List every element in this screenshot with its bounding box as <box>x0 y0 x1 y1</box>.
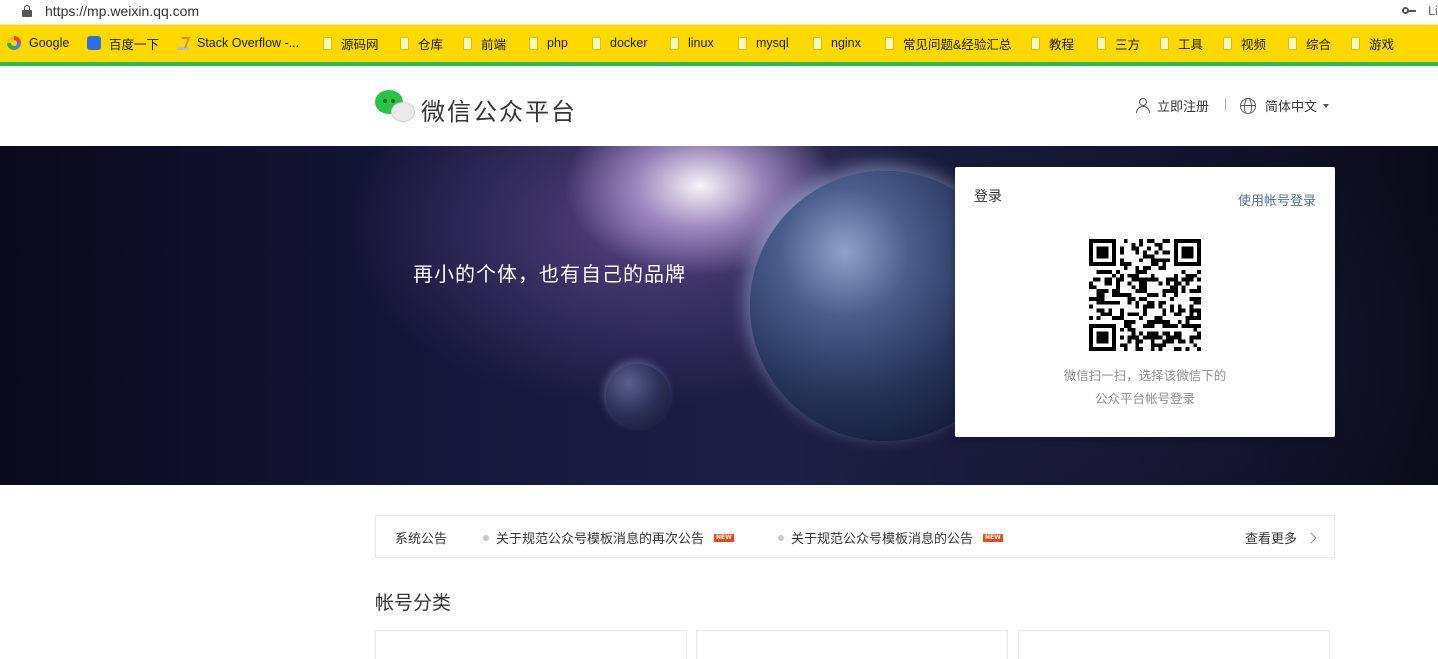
language-label: 简体中文 <box>1265 100 1318 115</box>
bookmark-folder[interactable]: 源码网 <box>323 34 379 52</box>
user-icon <box>1136 98 1150 113</box>
folder-icon <box>1288 36 1297 50</box>
google-icon <box>7 36 21 50</box>
language-selector[interactable]: 简体中文 <box>1240 96 1330 115</box>
folder-icon <box>1351 36 1360 50</box>
notice-item[interactable]: 关于规范公众号模板消息的再次公告 NEW <box>483 528 734 547</box>
bookmark-folder[interactable]: 前端 <box>463 34 506 52</box>
register-label: 立即注册 <box>1157 100 1210 115</box>
bookmark-folder[interactable]: 工具 <box>1160 34 1203 52</box>
profile-glyph[interactable]: Li <box>1428 4 1438 18</box>
wechat-logo-icon[interactable] <box>375 90 415 124</box>
notice-label: 系统公告 <box>395 532 448 547</box>
bookmarks-bar: Google 百度一下 Stack Overflow -... 源码网 仓库 前… <box>0 25 1438 62</box>
login-panel: 登录 使用帐号登录 微信扫一扫，选择该微信下的 公众平台帐号登录 <box>955 167 1335 437</box>
bookmark-folder[interactable]: 仓库 <box>400 34 443 52</box>
bookmark-stackoverflow[interactable]: Stack Overflow -... <box>177 34 299 52</box>
chevron-right-icon <box>1305 531 1317 544</box>
bullet-icon <box>483 534 489 541</box>
bookmark-folder[interactable]: 三方 <box>1097 34 1140 52</box>
chevron-down-icon <box>1323 103 1330 108</box>
bookmark-folder[interactable]: 教程 <box>1031 34 1074 52</box>
account-login-link[interactable]: 使用帐号登录 <box>1238 190 1316 209</box>
globe-icon <box>1240 97 1256 114</box>
folder-icon <box>813 36 822 50</box>
folder-icon <box>323 36 332 50</box>
folder-icon <box>670 36 679 50</box>
lock-icon <box>22 5 32 17</box>
bookmark-folder[interactable]: 常见问题&经验汇总 <box>885 34 1011 52</box>
bookmark-google[interactable]: Google <box>7 34 69 52</box>
browser-address-bar[interactable]: https://mp.weixin.qq.com Li <box>0 0 1438 25</box>
new-badge: NEW <box>983 533 1003 542</box>
banner-slogan: 再小的个体，也有自己的品牌 <box>413 262 686 286</box>
bookmark-folder[interactable]: linux <box>670 34 714 52</box>
qr-instructions: 微信扫一扫，选择该微信下的 公众平台帐号登录 <box>955 364 1335 410</box>
url-text[interactable]: https://mp.weixin.qq.com <box>45 3 199 19</box>
folder-icon <box>885 36 894 50</box>
folder-icon <box>592 36 601 50</box>
folder-icon <box>1097 36 1106 50</box>
bookmark-baidu[interactable]: 百度一下 <box>87 34 159 52</box>
account-type-card[interactable] <box>696 630 1008 659</box>
bookmark-folder[interactable]: php <box>529 34 568 52</box>
folder-icon <box>738 36 747 50</box>
notice-item[interactable]: 关于规范公众号模板消息的公告 NEW <box>778 528 1003 547</box>
site-header: 微信公众平台 立即注册 简体中文 <box>0 66 1438 146</box>
folder-icon <box>400 36 409 50</box>
view-more-link[interactable]: 查看更多 <box>1245 528 1317 547</box>
bookmark-folder[interactable]: docker <box>592 34 648 52</box>
account-type-card[interactable] <box>1018 630 1330 659</box>
new-badge: NEW <box>714 533 734 542</box>
system-notice-bar: 系统公告 关于规范公众号模板消息的再次公告 NEW 关于规范公众号模板消息的公告… <box>375 515 1335 558</box>
account-types-title: 帐号分类 <box>375 592 452 614</box>
folder-icon <box>463 36 472 50</box>
folder-icon <box>1031 36 1040 50</box>
bullet-icon <box>778 534 784 541</box>
header-separator <box>1225 98 1226 111</box>
small-planet-illustration <box>606 364 670 428</box>
bookmark-folder[interactable]: 视频 <box>1223 34 1266 52</box>
bookmark-folder[interactable]: nginx <box>813 34 861 52</box>
hero-banner: 再小的个体，也有自己的品牌 登录 使用帐号登录 微信扫一扫，选择该微信下的 公众… <box>0 146 1438 485</box>
bookmark-folder[interactable]: mysql <box>738 34 789 52</box>
site-title[interactable]: 微信公众平台 <box>421 92 577 127</box>
baidu-paw-icon <box>87 36 101 50</box>
register-link[interactable]: 立即注册 <box>1136 96 1209 115</box>
bookmark-folder[interactable]: 游戏 <box>1351 34 1394 52</box>
login-title: 登录 <box>974 189 1002 205</box>
folder-icon <box>1160 36 1169 50</box>
login-qr-code <box>1089 239 1201 351</box>
folder-icon <box>529 36 538 50</box>
stackoverflow-icon <box>177 36 189 50</box>
bookmark-folder[interactable]: 综合 <box>1288 34 1331 52</box>
qr-instructions-line: 微信扫一扫，选择该微信下的 <box>1063 368 1227 383</box>
key-icon[interactable] <box>1402 6 1416 16</box>
qr-instructions-line: 公众平台帐号登录 <box>1094 391 1195 406</box>
account-type-card[interactable] <box>375 630 687 659</box>
folder-icon <box>1223 36 1232 50</box>
